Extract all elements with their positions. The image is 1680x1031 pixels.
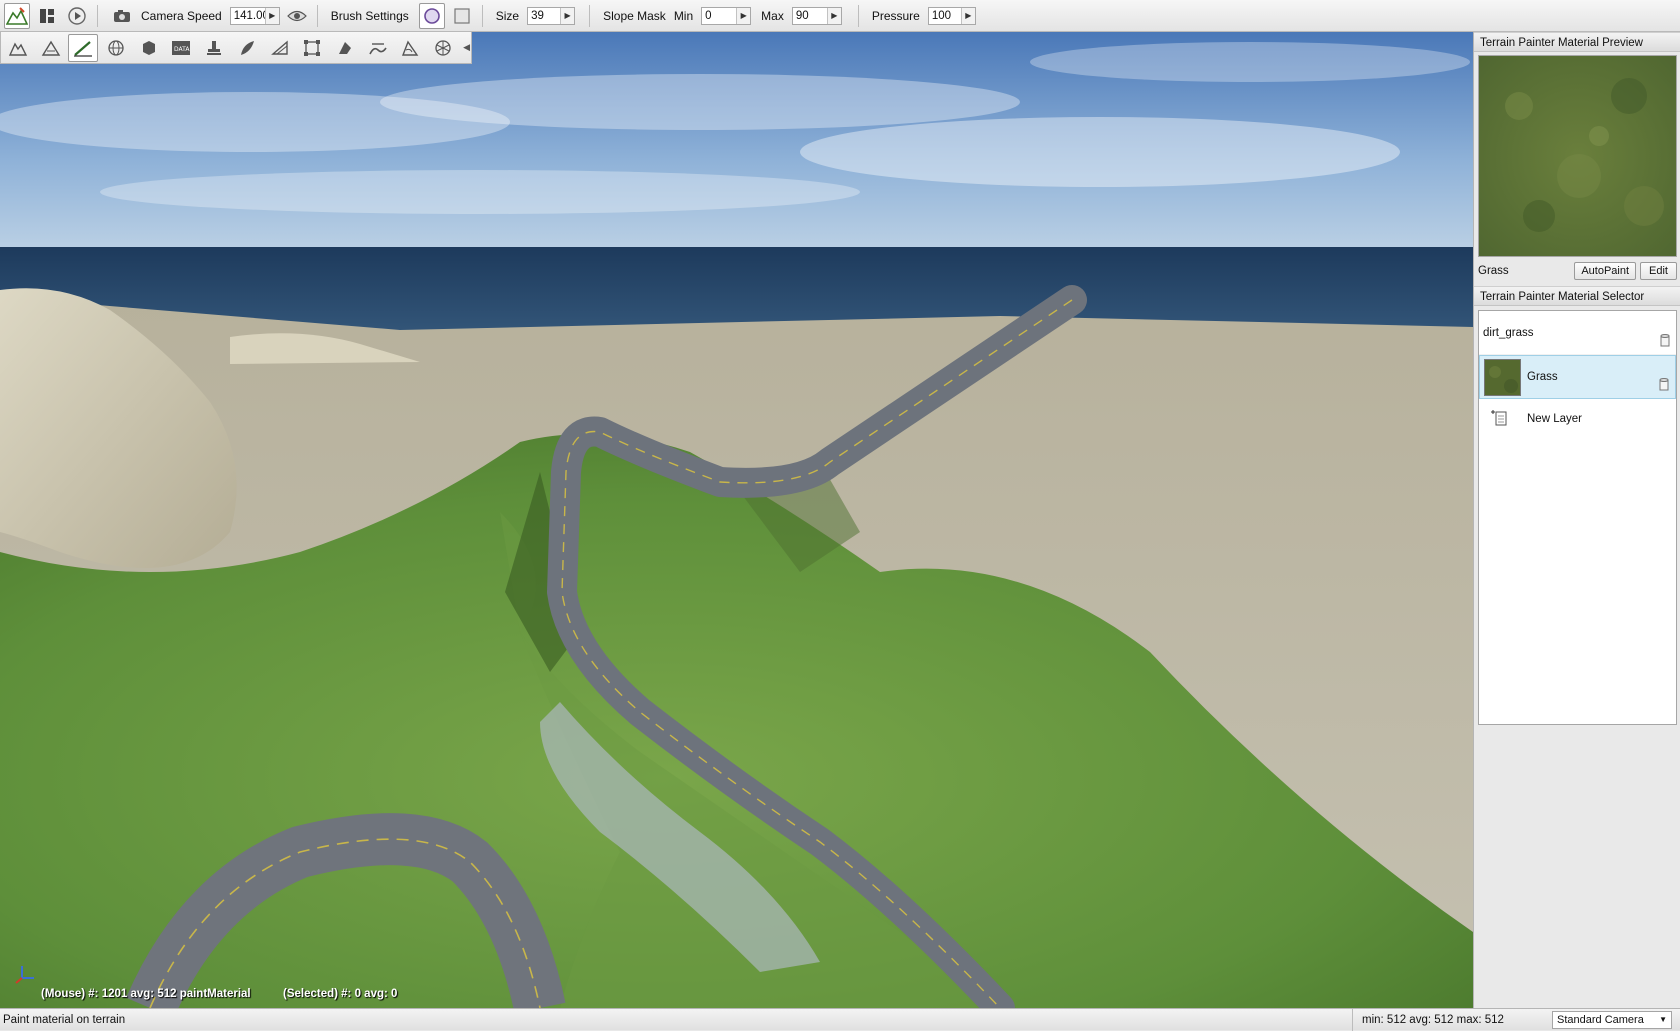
grass-thumbnail	[1484, 358, 1521, 396]
noise-icon[interactable]	[428, 34, 458, 62]
camera-speed-label: Camera Speed	[141, 8, 222, 23]
square-brush-icon[interactable]	[449, 3, 475, 29]
selector-panel-title: Terrain Painter Material Selector	[1474, 286, 1680, 306]
preview-controls: Grass AutoPaint Edit	[1474, 259, 1680, 283]
material-row-grass[interactable]: Grass	[1479, 355, 1676, 399]
camera-icon[interactable]	[109, 3, 135, 29]
transform-icon[interactable]	[297, 34, 327, 62]
size-value[interactable]: 39	[528, 8, 560, 24]
preview-panel-title: Terrain Painter Material Preview	[1474, 32, 1680, 52]
cube-icon[interactable]	[134, 34, 164, 62]
slope-max-field[interactable]: 90 ▶	[791, 6, 842, 25]
pressure-arrow-icon[interactable]: ▶	[960, 7, 975, 24]
material-name: dirt_grass	[1483, 326, 1534, 339]
paint-material-icon[interactable]	[68, 33, 99, 62]
slope-min-arrow-icon[interactable]: ▶	[736, 7, 751, 24]
pressure-value[interactable]: 100	[929, 8, 961, 24]
camera-speed-field[interactable]: 141.00 ▶	[229, 6, 280, 25]
toolbar-separator	[97, 4, 98, 27]
preview-material-name: Grass	[1478, 265, 1509, 277]
flatten-icon[interactable]	[363, 34, 393, 62]
terrain-stats: min: 512 avg: 512 max: 512	[1352, 1008, 1552, 1031]
camera-speed-arrow-icon[interactable]: ▶	[264, 7, 279, 24]
eye-icon[interactable]	[284, 3, 310, 29]
camera-mode-select[interactable]: Standard Camera ▼	[1552, 1010, 1672, 1029]
slope-max-arrow-icon[interactable]: ▶	[826, 7, 841, 24]
main-toolbar: Camera Speed 141.00 ▶ Brush Settings Siz…	[0, 0, 1680, 32]
material-selector-list: dirt_grass Grass New Layer	[1478, 310, 1677, 725]
stamp-icon[interactable]	[199, 34, 229, 62]
new-layer-icon	[1489, 409, 1509, 430]
status-bar: Paint material on terrain min: 512 avg: …	[0, 1008, 1680, 1031]
raise-height-icon[interactable]	[36, 34, 66, 62]
collapse-toolbar-icon[interactable]: ◀	[463, 35, 471, 61]
delete-material-icon[interactable]	[1659, 333, 1671, 350]
slope-max-value[interactable]: 90	[793, 8, 827, 24]
play-icon[interactable]	[64, 3, 90, 29]
svg-text:DATA: DATA	[174, 46, 190, 53]
toolbar-separator	[857, 4, 859, 27]
new-layer-item[interactable]: New Layer	[1479, 399, 1676, 439]
brush-settings-label: Brush Settings	[330, 8, 409, 23]
camera-speed-value[interactable]: 141.00	[231, 8, 269, 24]
slope-max-label: Max	[761, 8, 784, 23]
edit-button[interactable]: Edit	[1640, 262, 1677, 280]
terrain-tools-toolbar: DATA ◀	[0, 32, 472, 64]
slope-min-field[interactable]: 0 ▶	[701, 6, 752, 25]
material-name: Grass	[1527, 371, 1558, 383]
toolbar-separator	[481, 4, 483, 27]
toolbar-separator	[316, 4, 318, 27]
slope-mask-label: Slope Mask	[603, 8, 666, 23]
hud-mouse-info: (Mouse) #: 1201 avg: 512 paintMaterial	[41, 988, 251, 1000]
datablock-icon[interactable]: DATA	[167, 34, 197, 62]
size-field[interactable]: 39 ▶	[527, 6, 576, 25]
status-message: Paint material on terrain	[3, 1013, 126, 1026]
delete-material-icon[interactable]	[1658, 377, 1670, 394]
slope-min-value[interactable]: 0	[702, 8, 736, 24]
brush-leaf-icon[interactable]	[232, 34, 262, 62]
size-label: Size	[495, 8, 520, 23]
globe-icon[interactable]	[101, 34, 131, 62]
layout-icon[interactable]	[34, 3, 60, 29]
slope-icon[interactable]	[396, 34, 426, 62]
terrain-scene[interactable]	[0, 32, 1473, 1008]
circle-brush-icon[interactable]	[418, 2, 445, 29]
toolbar-separator	[589, 4, 591, 27]
pressure-field[interactable]: 100 ▶	[927, 6, 976, 25]
new-layer-label: New Layer	[1527, 413, 1582, 425]
3d-viewport[interactable]: (Mouse) #: 1201 avg: 512 paintMaterial (…	[0, 32, 1473, 1008]
chevron-down-icon: ▼	[1659, 1015, 1667, 1024]
smooth-icon[interactable]	[330, 34, 360, 62]
ramp-icon[interactable]	[265, 34, 295, 62]
autopaint-button[interactable]: AutoPaint	[1574, 262, 1637, 280]
material-row-dirt-grass[interactable]: dirt_grass	[1479, 311, 1676, 355]
camera-mode-value: Standard Camera	[1557, 1013, 1644, 1026]
material-preview-image	[1478, 55, 1677, 257]
size-arrow-icon[interactable]: ▶	[560, 7, 575, 24]
terrain-editor-icon[interactable]	[4, 2, 30, 29]
right-panel: Terrain Painter Material Preview Grass A…	[1473, 32, 1680, 1008]
slope-min-label: Min	[673, 8, 694, 23]
select-tool-icon[interactable]	[3, 34, 33, 62]
pressure-label: Pressure	[871, 8, 920, 23]
hud-selected-info: (Selected) #: 0 avg: 0	[283, 988, 398, 1000]
